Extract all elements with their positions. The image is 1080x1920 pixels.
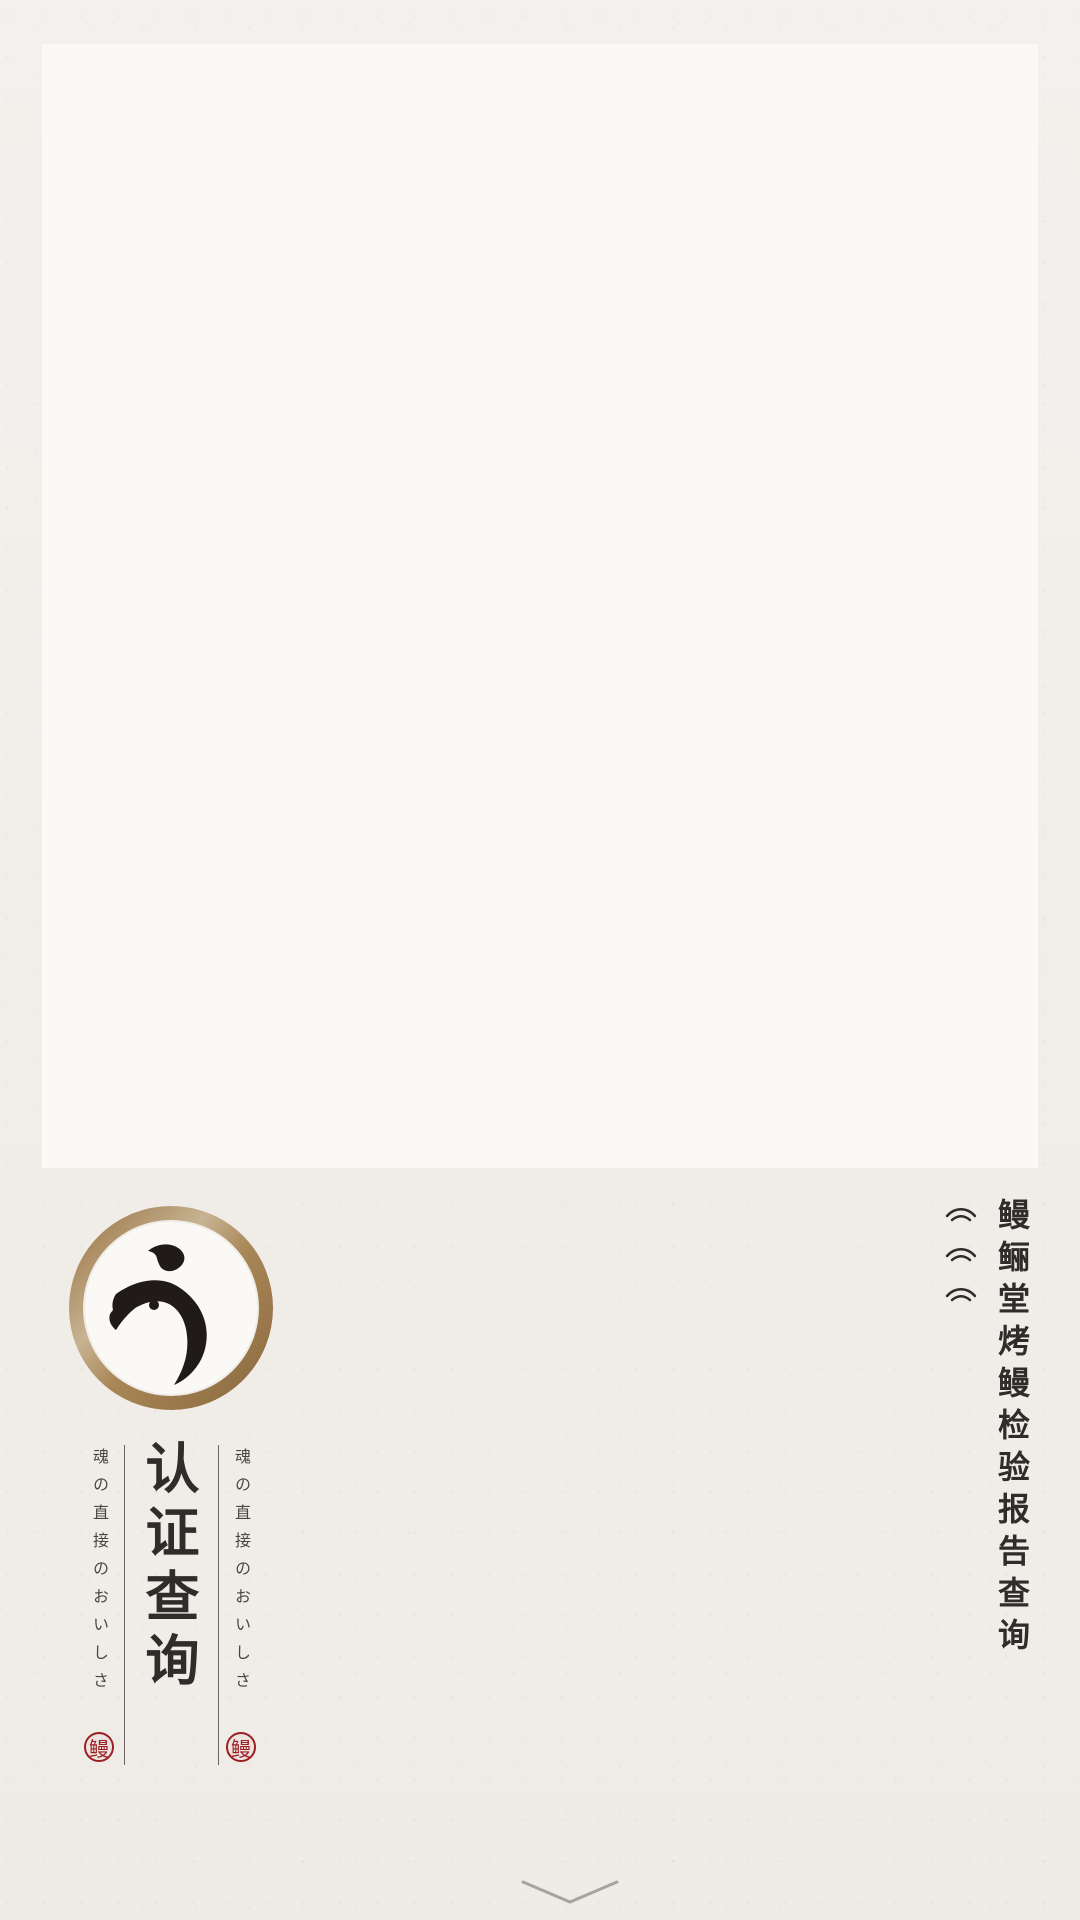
- page-title: 认证查询: [136, 1440, 199, 1696]
- seal-right: 鳗: [226, 1732, 256, 1762]
- slogan-left: 魂の直接のおいしさ: [90, 1448, 109, 1700]
- content-panel: [42, 44, 1038, 1168]
- wave-icon: [945, 1248, 977, 1262]
- right-divider: [218, 1445, 219, 1765]
- left-divider: [124, 1445, 125, 1765]
- down-chevron-icon[interactable]: [521, 1878, 619, 1906]
- wave-icon: [945, 1208, 977, 1222]
- wave-icon: [945, 1288, 977, 1302]
- eel-brand-logo: [69, 1206, 273, 1410]
- report-query-title: 鳗鲡堂烤鳗检验报告查询: [993, 1198, 1031, 1660]
- seal-left: 鳗: [84, 1732, 114, 1762]
- slogan-right: 魂の直接のおいしさ: [232, 1448, 251, 1700]
